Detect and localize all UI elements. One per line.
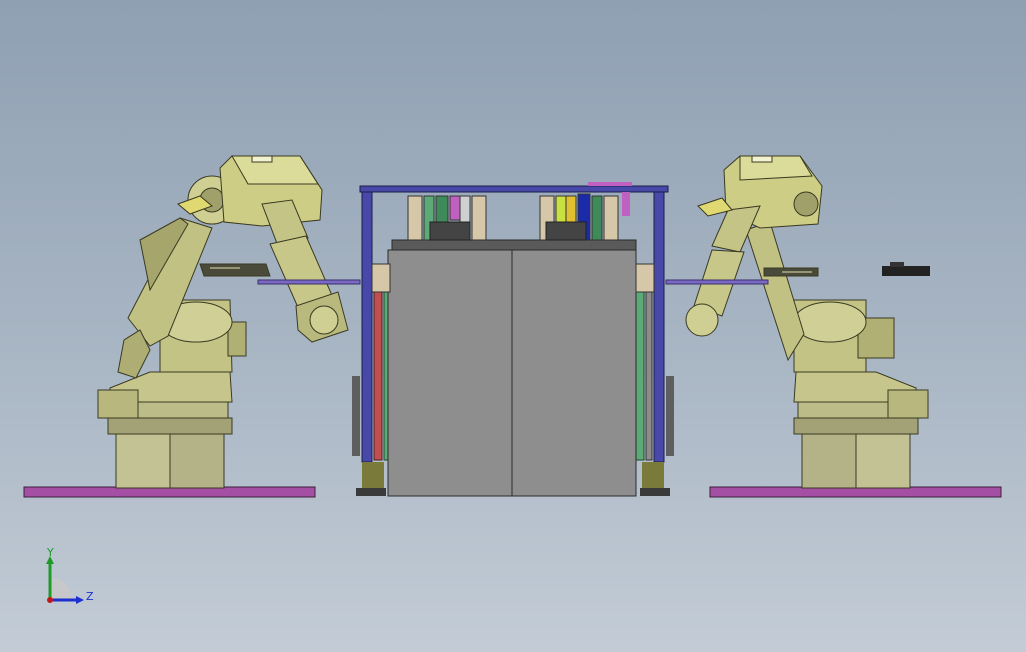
y-axis-label: Y bbox=[46, 548, 54, 559]
robot-arm-left[interactable] bbox=[97, 155, 349, 489]
cad-viewport[interactable]: Y Z bbox=[0, 0, 1026, 652]
cabinet-left-panel bbox=[387, 249, 513, 497]
loose-part[interactable] bbox=[882, 262, 930, 276]
coordinate-triad: Y Z bbox=[46, 548, 94, 604]
fixture-station[interactable] bbox=[352, 182, 674, 497]
z-axis-label: Z bbox=[86, 590, 94, 603]
tool-rod-right[interactable] bbox=[665, 279, 769, 285]
tool-rod-left[interactable] bbox=[257, 279, 361, 285]
robot-arm-right[interactable] bbox=[685, 155, 929, 489]
cabinet-right-panel bbox=[511, 249, 637, 497]
assembly-scene[interactable] bbox=[0, 0, 1026, 652]
